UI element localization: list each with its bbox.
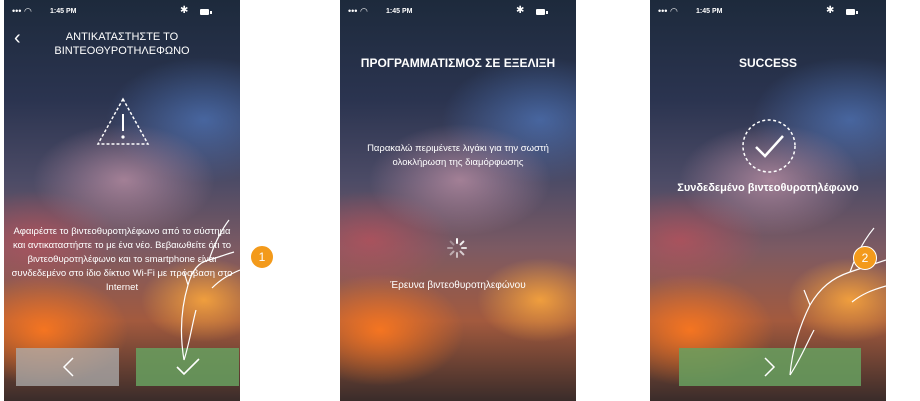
phone-screen-programming: ••• ◠ 1:45 PM ✱ ΠΡΟΓΡΑΜΜΑΤΙΣΜΟΣ ΣΕ ΕΞΕΛΙ… — [340, 0, 576, 401]
phone-screen-replace: ••• ◠ 1:45 PM ✱ ‹ ΑΝΤΙΚΑΤΑΣΤΗΣΤΕ ΤΟ ΒΙΝΤ… — [4, 0, 240, 401]
status-time: 1:45 PM — [386, 8, 413, 15]
status-bar: ••• ◠ 1:45 PM ✱ — [340, 0, 576, 24]
status-bar: ••• ◠ 1:45 PM ✱ — [4, 0, 240, 24]
success-message: Συνδεδεμένο βιντεοθυροτηλέφωνο — [677, 182, 859, 194]
search-status: Έρευνα βιντεοθυροτηλεφώνου — [390, 280, 526, 291]
battery-icon — [536, 9, 548, 15]
signal-icon: ••• ◠ — [348, 6, 368, 16]
signal-icon: ••• ◠ — [12, 6, 32, 16]
warning-triangle-icon — [96, 97, 150, 145]
pointing-hand-illustration — [789, 227, 886, 376]
back-button[interactable] — [16, 348, 119, 386]
battery-icon — [846, 9, 858, 15]
wait-message: Παρακαλώ περιμένετε λιγάκι για την σωστή… — [367, 143, 549, 168]
pointing-hand-illustration — [180, 219, 240, 361]
page-title: ΠΡΟΓΡΑΜΜΑΤΙΣΜΟΣ ΣΕ ΕΞΕΛΙΞΗ — [360, 56, 556, 70]
step-badge-1: 1 — [250, 245, 274, 269]
page-title: ΑΝΤΙΚΑΤΑΣΤΗΣΤΕ ΤΟ ΒΙΝΤΕΟΘΥΡΟΤΗΛΕΦΩΝΟ — [54, 31, 190, 57]
status-time: 1:45 PM — [696, 8, 723, 15]
bluetooth-icon: ✱ — [826, 5, 835, 16]
bluetooth-icon: ✱ — [516, 5, 525, 16]
step-badge-2: 2 — [853, 246, 877, 270]
battery-icon — [200, 9, 212, 15]
check-circle-icon — [742, 119, 796, 173]
back-arrow-icon[interactable]: ‹ — [14, 28, 21, 48]
page-title: SUCCESS — [738, 56, 797, 70]
bluetooth-icon: ✱ — [180, 5, 189, 16]
loading-spinner-icon — [447, 238, 467, 258]
status-time: 1:45 PM — [50, 8, 77, 15]
status-bar: ••• ◠ 1:45 PM ✱ — [650, 0, 886, 24]
phone-screen-success: ••• ◠ 1:45 PM ✱ SUCCESS Συνδεδεμένο βιντ… — [650, 0, 886, 401]
chevron-left-icon — [62, 357, 74, 377]
signal-icon: ••• ◠ — [658, 6, 678, 16]
